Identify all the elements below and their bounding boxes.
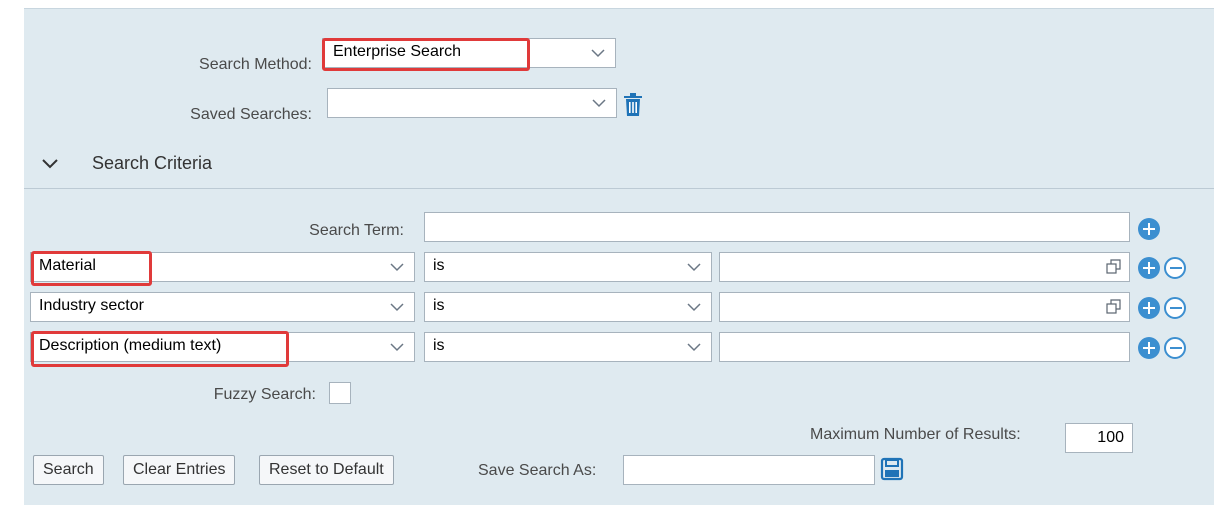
max-results-label: Maximum Number of Results: [810,426,1021,443]
chevron-down-icon [590,94,608,112]
criteria-field-value: Description (medium text) [39,337,222,354]
chevron-down-icon [388,258,406,276]
chevron-down-icon [685,258,703,276]
trash-icon[interactable] [622,93,644,117]
criteria-value-input[interactable] [719,332,1130,362]
value-help-icon[interactable] [1105,298,1123,316]
search-method-select[interactable]: Enterprise Search [322,38,616,68]
section-title[interactable]: Search Criteria [92,153,212,174]
saved-searches-select[interactable] [327,88,617,118]
save-search-input[interactable] [623,455,875,485]
chevron-down-icon [589,44,607,62]
value-help-icon[interactable] [1105,258,1123,276]
remove-icon[interactable] [1164,337,1186,359]
add-icon[interactable] [1138,257,1160,279]
saved-searches-label: Saved Searches: [190,106,312,123]
save-search-label: Save Search As: [478,462,597,479]
criteria-operator-value: is [433,297,445,314]
search-button[interactable]: Search [33,455,104,485]
criteria-field-select[interactable]: Industry sector [30,292,415,322]
criteria-field-value: Industry sector [39,297,144,314]
chevron-down-icon [685,338,703,356]
criteria-operator-select[interactable]: is [424,252,712,282]
chevron-down-icon [685,298,703,316]
fuzzy-search-label: Fuzzy Search: [213,386,316,403]
criteria-operator-value: is [433,337,445,354]
remove-icon[interactable] [1164,257,1186,279]
criteria-field-value: Material [39,257,96,274]
chevron-down-icon [388,338,406,356]
criteria-value-input[interactable] [719,252,1130,282]
save-icon[interactable] [880,457,904,481]
criteria-field-select[interactable]: Description (medium text) [30,332,415,362]
criteria-value-input[interactable] [719,292,1130,322]
collapse-chevron-icon[interactable] [40,155,60,173]
clear-entries-button[interactable]: Clear Entries [123,455,236,485]
reset-to-default-button[interactable]: Reset to Default [259,455,394,485]
chevron-down-icon [388,298,406,316]
search-term-input[interactable] [424,212,1130,242]
add-icon[interactable] [1138,337,1160,359]
fuzzy-search-checkbox[interactable] [329,382,351,404]
section-divider [24,188,1214,189]
criteria-operator-select[interactable]: is [424,332,712,362]
search-method-value: Enterprise Search [333,43,462,60]
max-results-input[interactable]: 100 [1065,423,1133,453]
criteria-operator-select[interactable]: is [424,292,712,322]
criteria-field-select[interactable]: Material [30,252,415,282]
search-term-label: Search Term: [309,222,404,239]
remove-icon[interactable] [1164,297,1186,319]
add-icon[interactable] [1138,218,1160,240]
add-icon[interactable] [1138,297,1160,319]
criteria-operator-value: is [433,257,445,274]
search-method-label: Search Method: [199,56,312,73]
max-results-value: 100 [1097,429,1124,446]
